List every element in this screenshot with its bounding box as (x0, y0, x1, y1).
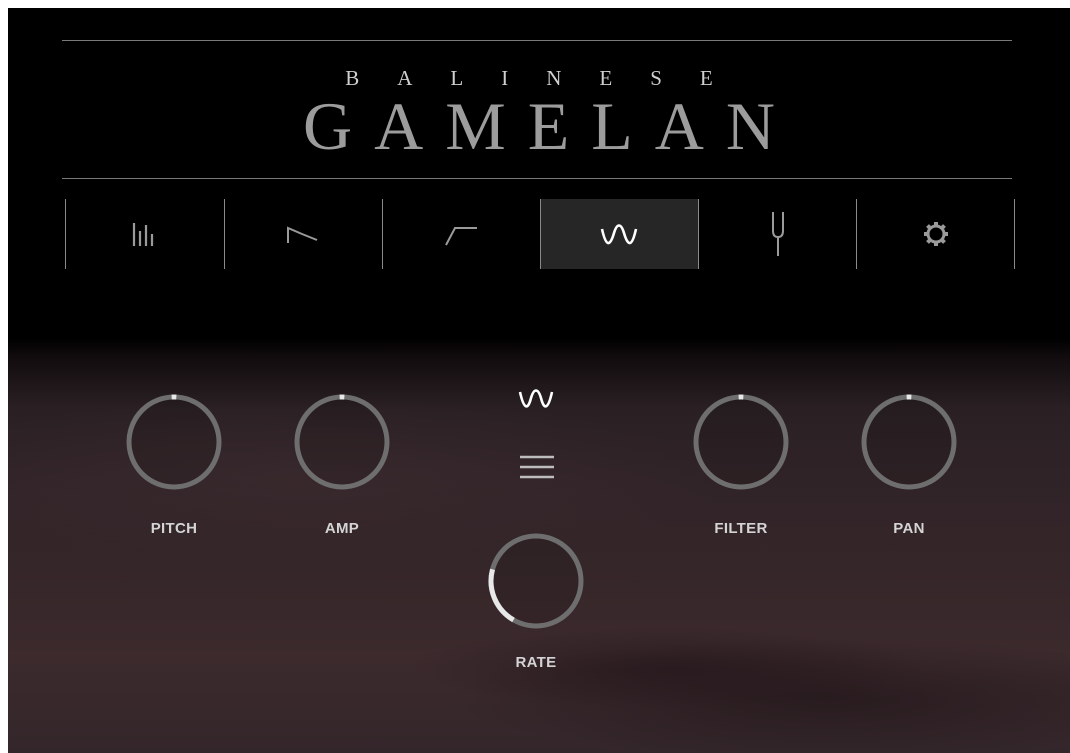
instrument-title: GAMELAN (303, 88, 797, 164)
tab-mixer[interactable] (66, 199, 224, 269)
gear-icon (924, 222, 948, 246)
tab-tuning[interactable] (699, 199, 857, 269)
rate-knob-label: RATE (515, 654, 557, 671)
header-top-divider (62, 40, 1012, 41)
tuning-fork-icon (772, 212, 784, 256)
filter-knob[interactable] (693, 394, 789, 490)
tab-lfo[interactable] (541, 199, 699, 269)
header-bottom-divider (62, 178, 1012, 179)
pan-knob[interactable] (861, 394, 957, 490)
lfo-menu-button[interactable] (518, 452, 556, 487)
sine-wave-icon (518, 389, 554, 408)
envelope-decay-icon (287, 226, 318, 243)
tab-envelope-attack[interactable] (383, 199, 541, 269)
rate-knob[interactable] (488, 533, 584, 629)
amp-knob-label: AMP (324, 520, 360, 537)
envelope-attack-icon (445, 227, 477, 246)
lfo-waveform-selector[interactable] (516, 384, 558, 419)
filter-knob-label: FILTER (714, 520, 768, 537)
pitch-knob-label: PITCH (150, 520, 198, 537)
tab-bar (65, 199, 1015, 269)
lfo-wave-icon (600, 224, 638, 245)
tab-settings[interactable] (857, 199, 1015, 269)
instrument-panel: BALINESE GAMELAN PITCH AMP FILTER PAN RA… (8, 8, 1070, 753)
pan-knob-label: PAN (893, 520, 925, 537)
amp-knob[interactable] (294, 394, 390, 490)
tab-divider (1014, 199, 1015, 269)
hamburger-menu-icon (520, 455, 554, 479)
mixer-bars-icon (132, 223, 154, 246)
tab-envelope-decay[interactable] (225, 199, 383, 269)
pitch-knob[interactable] (126, 394, 222, 490)
